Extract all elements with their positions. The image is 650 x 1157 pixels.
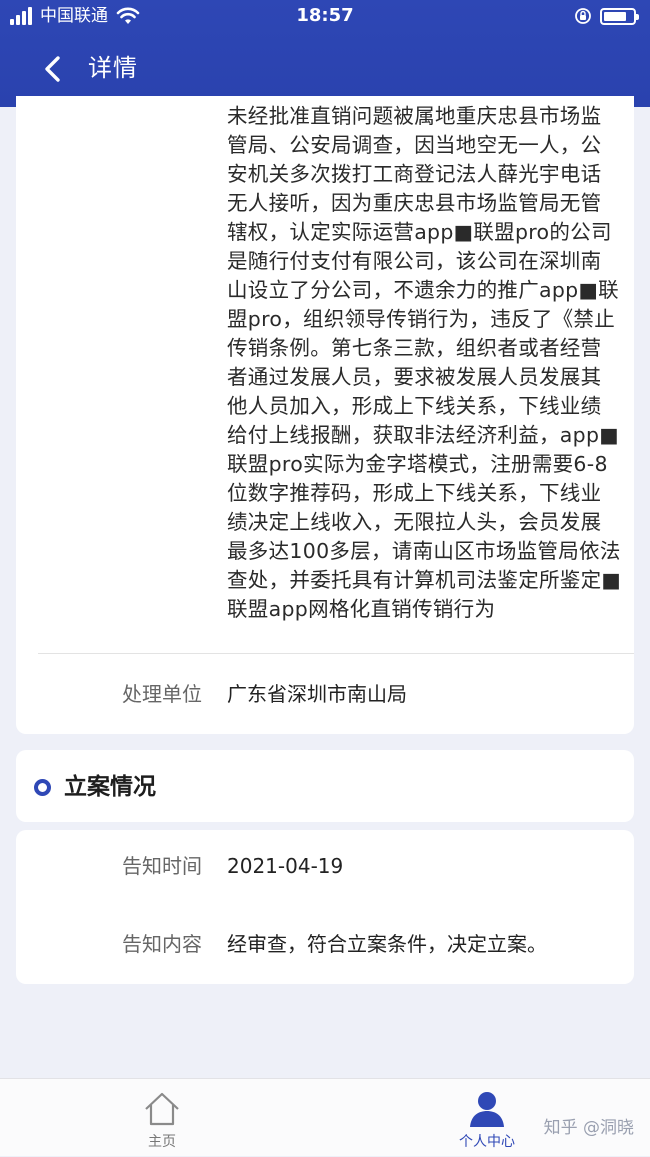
page-title: 详情 — [88, 54, 138, 82]
notice-time-row: 告知时间 2021-04-19 — [16, 846, 634, 886]
case-filing-card: 告知时间 2021-04-19 告知内容 经审查，符合立案条件，决定立案。 — [16, 830, 634, 984]
detail-card: 未经批准直销问题被属地重庆忠县市场监管局、公安局调查，因当地空无一人，公安机关多… — [16, 96, 634, 734]
back-button[interactable] — [36, 52, 70, 86]
orientation-lock-icon — [575, 8, 591, 24]
notice-time-label: 告知时间 — [122, 854, 202, 878]
battery-icon — [600, 7, 639, 25]
notice-content-label: 告知内容 — [122, 932, 202, 956]
status-bar: 中国联通 18:57 — [0, 0, 650, 34]
status-right — [574, 7, 639, 25]
nav-bar: 详情 — [0, 38, 650, 100]
complaint-content: 未经批准直销问题被属地重庆忠县市场监管局、公安局调查，因当地空无一人，公安机关多… — [227, 104, 622, 621]
tab-personal-center[interactable]: 个人中心 — [422, 1079, 552, 1157]
user-icon — [470, 1092, 504, 1127]
watermark: 知乎 @洞晓 — [543, 1118, 634, 1138]
handling-unit-value: 广东省深圳市南山局 — [227, 682, 407, 706]
notice-time-value: 2021-04-19 — [227, 854, 344, 878]
status-time: 18:57 — [296, 5, 354, 26]
notice-content-value: 经审查，符合立案条件，决定立案。 — [227, 932, 547, 956]
divider — [38, 653, 634, 654]
case-filing-header: 立案情况 — [16, 750, 634, 822]
app-header: 中国联通 18:57 详情 — [0, 0, 650, 107]
section-title: 立案情况 — [64, 774, 156, 800]
notice-content-row: 告知内容 经审查，符合立案条件，决定立案。 — [16, 924, 634, 964]
tab-personal-center-label: 个人中心 — [459, 1134, 515, 1150]
handling-unit-label: 处理单位 — [122, 682, 202, 706]
section-bullet-icon — [34, 779, 51, 796]
home-icon — [145, 1092, 179, 1126]
tab-home-label: 主页 — [148, 1134, 176, 1150]
tab-home[interactable]: 主页 — [97, 1079, 227, 1157]
handling-unit-row: 处理单位 广东省深圳市南山局 — [16, 674, 634, 714]
